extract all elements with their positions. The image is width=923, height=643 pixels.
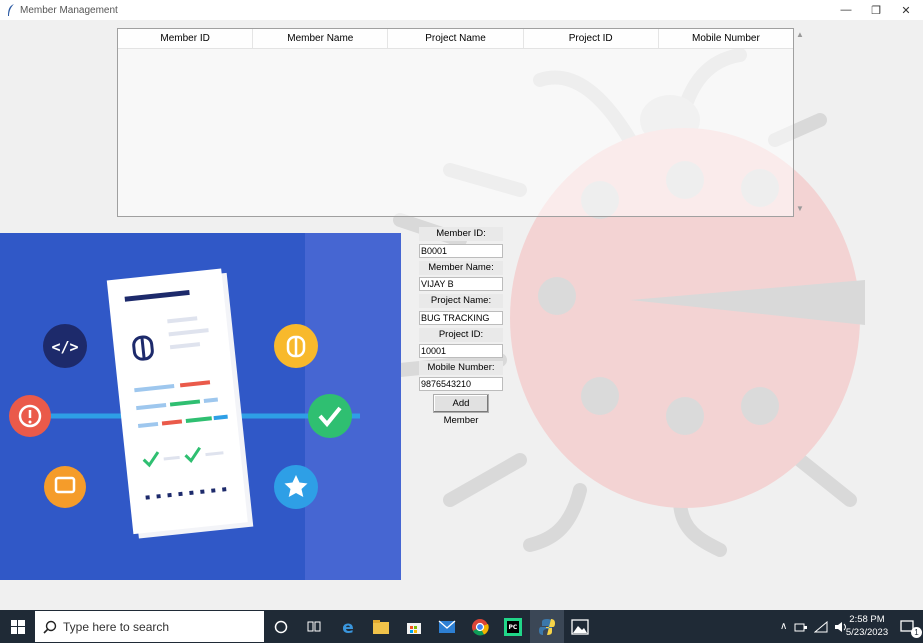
table-header: Member ID Member Name Project Name Project … — [118, 29, 793, 49]
task-view-icon[interactable] — [302, 615, 326, 639]
bug-report-illustration: </> — [0, 233, 401, 580]
store-icon[interactable] — [402, 615, 426, 639]
member-id-field[interactable] — [419, 244, 503, 258]
members-table[interactable]: Member ID Member Name Project Name Project … — [117, 28, 794, 217]
notification-badge: 1 — [911, 627, 922, 638]
project-id-field[interactable] — [419, 344, 503, 358]
column-header[interactable]: Project Name — [388, 29, 524, 48]
notification-button[interactable]: 1 — [893, 610, 923, 643]
chrome-icon[interactable] — [468, 615, 492, 639]
scroll-down-icon[interactable]: ▼ — [795, 204, 805, 214]
wifi-icon[interactable] — [814, 620, 828, 633]
chevron-up-icon[interactable]: ∧ — [780, 621, 787, 632]
cortana-icon[interactable] — [269, 615, 293, 639]
scroll-up-icon[interactable]: ▲ — [795, 30, 805, 40]
mobile-number-field[interactable] — [419, 377, 503, 391]
member-id-label: Member ID: — [419, 227, 503, 241]
project-name-label: Project Name: — [419, 294, 503, 308]
search-icon — [43, 620, 57, 634]
title-bar: Member Management — ❐ ✕ — [0, 0, 923, 20]
windows-icon — [10, 619, 25, 634]
mail-icon[interactable] — [435, 615, 459, 639]
mobile-number-label: Mobile Number: — [419, 361, 503, 375]
member-name-field[interactable] — [419, 277, 503, 291]
edge-icon[interactable]: e — [336, 615, 360, 639]
svg-text:</>: </> — [51, 338, 78, 356]
add-member-button[interactable]: Add Member — [433, 394, 489, 426]
column-header[interactable]: Member Name — [253, 29, 389, 48]
minimize-button[interactable]: — — [831, 0, 861, 20]
photos-icon[interactable] — [568, 615, 592, 639]
taskbar: Type here to search e PC ∧ 2:58 PM 5/23/… — [0, 610, 923, 643]
pycharm-icon[interactable]: PC — [501, 615, 525, 639]
restore-button[interactable]: ❐ — [861, 0, 891, 20]
column-header[interactable]: Member ID — [118, 29, 254, 48]
search-placeholder: Type here to search — [63, 619, 170, 634]
project-name-field[interactable] — [419, 311, 503, 325]
taskbar-clock[interactable]: 2:58 PM 5/23/2023 — [845, 613, 889, 639]
column-header[interactable]: Project ID — [524, 29, 659, 48]
taskbar-search-box[interactable]: Type here to search — [35, 611, 264, 642]
clock-time: 2:58 PM — [849, 614, 885, 625]
svg-text:e: e — [342, 618, 354, 636]
window-title: Member Management — [20, 4, 118, 16]
file-explorer-icon[interactable] — [369, 615, 393, 639]
python-icon[interactable] — [535, 615, 559, 639]
start-button[interactable] — [0, 610, 35, 643]
clock-date: 5/23/2023 — [845, 627, 889, 638]
column-header[interactable]: Mobile Number — [659, 29, 793, 48]
close-button[interactable]: ✕ — [891, 0, 921, 20]
feather-icon — [4, 3, 18, 17]
svg-text:PC: PC — [509, 624, 518, 631]
member-name-label: Member Name: — [419, 261, 503, 275]
network-icon[interactable] — [794, 621, 808, 633]
table-scrollbar[interactable]: ▲ ▼ — [794, 28, 806, 217]
project-id-label: Project ID: — [419, 328, 503, 342]
system-tray: ∧ — [780, 610, 848, 643]
